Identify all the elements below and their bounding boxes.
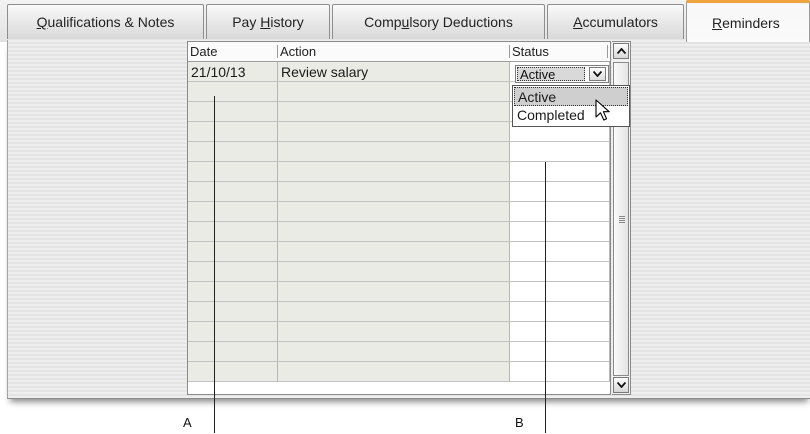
status-cell[interactable] (510, 222, 610, 242)
date-cell[interactable] (188, 202, 278, 222)
status-cell[interactable] (510, 242, 610, 262)
date-cell[interactable] (188, 102, 278, 122)
grip-line (619, 220, 625, 221)
chevron-down-icon[interactable] (589, 67, 606, 81)
tab-compulsory-deductions[interactable]: Compulsory Deductions (332, 4, 545, 39)
table-row[interactable] (188, 322, 610, 342)
date-cell[interactable] (188, 362, 278, 382)
grip-line (619, 222, 625, 223)
tab-label: Accumulators (573, 14, 658, 30)
table-row[interactable] (188, 262, 610, 282)
tab-pay-history[interactable]: Pay History (206, 4, 330, 39)
column-header-action[interactable]: Action (278, 42, 508, 61)
date-cell[interactable] (188, 322, 278, 342)
grip-line (619, 218, 625, 219)
action-cell[interactable] (278, 102, 510, 122)
callout-label-a: A (183, 415, 192, 430)
table-row[interactable] (188, 202, 610, 222)
callout-label-b: B (515, 415, 524, 430)
tab-label: Compulsory Deductions (364, 14, 513, 30)
date-cell[interactable] (188, 342, 278, 362)
table-row[interactable] (188, 222, 610, 242)
column-header-status[interactable]: Status (510, 42, 606, 61)
date-cell[interactable] (188, 142, 278, 162)
action-cell[interactable] (278, 362, 510, 382)
grip-line (619, 216, 625, 217)
tab-qualifications-notes[interactable]: Qualifications & Notes (7, 4, 204, 39)
table-row[interactable] (188, 142, 610, 162)
table-row[interactable] (188, 342, 610, 362)
callout-line-a (214, 96, 215, 433)
tab-label: Qualifications & Notes (36, 14, 175, 30)
table-row[interactable] (188, 242, 610, 262)
action-cell[interactable] (278, 302, 510, 322)
date-cell[interactable] (188, 222, 278, 242)
date-cell[interactable] (188, 242, 278, 262)
status-cell[interactable] (510, 182, 610, 202)
grid-header: Date Action Status (188, 42, 610, 62)
action-cell[interactable] (278, 122, 510, 142)
date-cell[interactable] (188, 122, 278, 142)
date-cell[interactable] (188, 162, 278, 182)
arrow-up-icon[interactable] (613, 43, 629, 59)
date-cell[interactable] (188, 82, 278, 102)
date-cell[interactable] (188, 302, 278, 322)
tab-label: Reminders (712, 14, 780, 31)
status-cell[interactable] (510, 162, 610, 182)
column-divider (607, 45, 608, 58)
action-cell[interactable] (278, 282, 510, 302)
date-cell[interactable] (188, 262, 278, 282)
action-cell[interactable] (278, 342, 510, 362)
table-row[interactable] (188, 362, 610, 382)
status-cell[interactable] (510, 302, 610, 322)
status-cell[interactable] (510, 202, 610, 222)
action-cell[interactable] (278, 322, 510, 342)
column-header-date[interactable]: Date (188, 42, 276, 61)
status-cell[interactable] (510, 282, 610, 302)
status-cell[interactable] (510, 362, 610, 382)
status-cell[interactable] (510, 342, 610, 362)
date-cell[interactable] (188, 282, 278, 302)
tab-accumulators[interactable]: Accumulators (547, 4, 684, 39)
action-cell[interactable] (278, 262, 510, 282)
status-combo-value: Active (517, 67, 585, 82)
action-cell[interactable] (278, 162, 510, 182)
status-cell[interactable] (510, 322, 610, 342)
mouse-pointer-icon (595, 99, 610, 121)
status-cell[interactable] (510, 142, 610, 162)
table-row[interactable] (188, 162, 610, 182)
date-cell[interactable]: 21/10/13 (188, 62, 278, 82)
status-combo[interactable]: Active (515, 65, 609, 83)
arrow-down-icon[interactable] (613, 377, 629, 393)
action-cell[interactable] (278, 142, 510, 162)
tab-strip: Qualifications & Notes Pay History Compu… (0, 0, 810, 42)
tab-label: Pay History (232, 14, 304, 30)
status-cell[interactable] (510, 262, 610, 282)
callout-line-b (545, 162, 546, 433)
action-cell[interactable] (278, 182, 510, 202)
action-cell[interactable] (278, 202, 510, 222)
action-cell[interactable] (278, 222, 510, 242)
table-row[interactable] (188, 182, 610, 202)
action-cell[interactable] (278, 82, 510, 102)
action-cell[interactable]: Review salary (278, 62, 510, 82)
date-cell[interactable] (188, 182, 278, 202)
table-row[interactable] (188, 302, 610, 322)
tab-reminders[interactable]: Reminders (686, 0, 810, 42)
table-row[interactable] (188, 282, 610, 302)
action-cell[interactable] (278, 242, 510, 262)
